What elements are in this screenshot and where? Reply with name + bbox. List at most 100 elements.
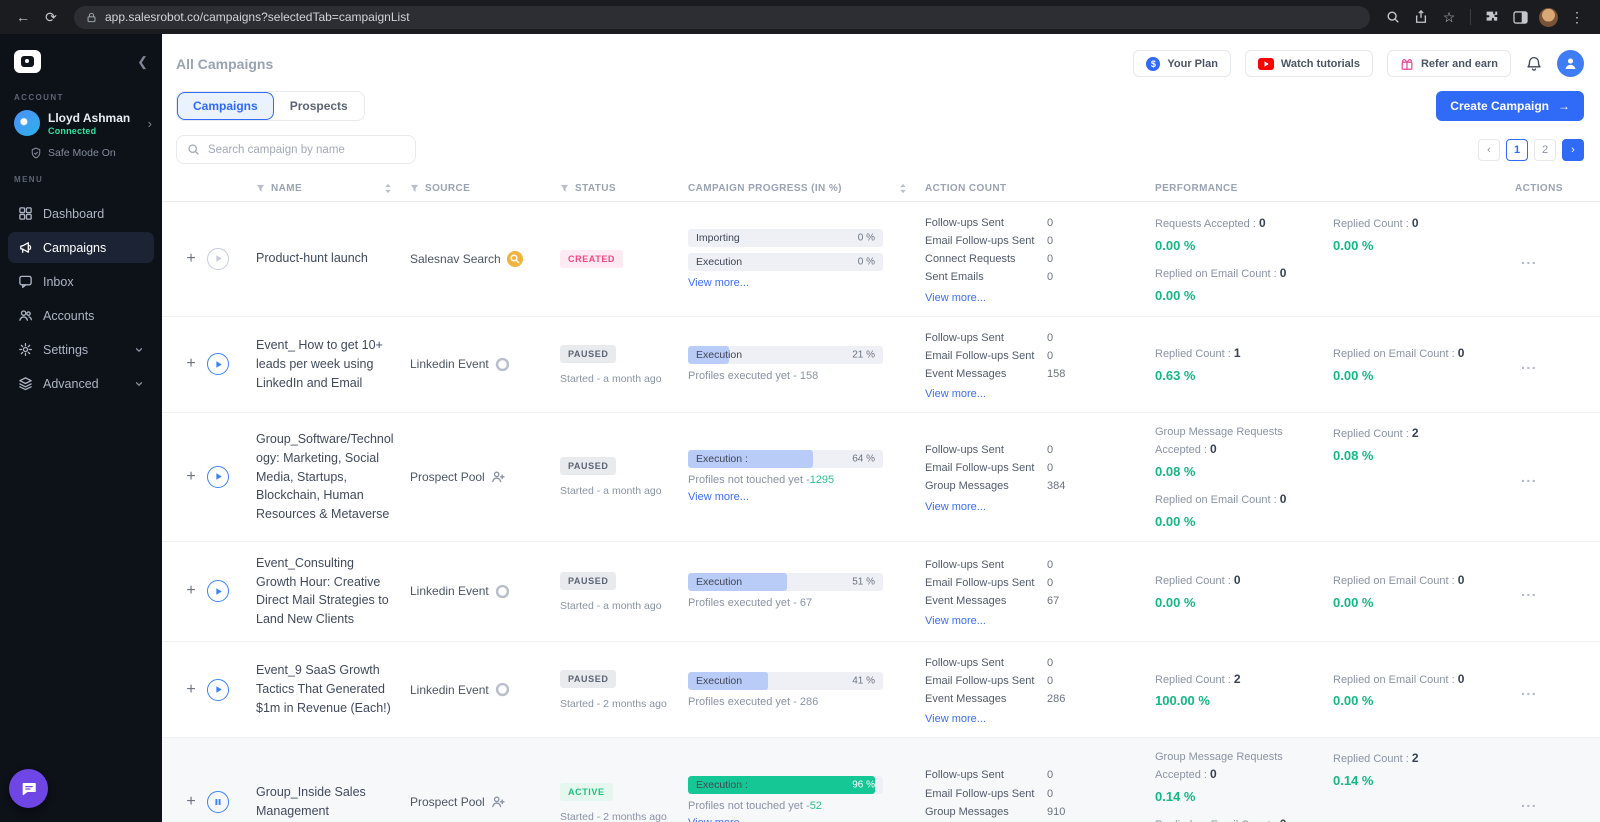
view-more-link[interactable]: View more... — [925, 501, 986, 513]
status-badge: ACTIVE — [560, 782, 613, 801]
sidebar-item-settings[interactable]: Settings — [8, 334, 154, 365]
notifications-bell-icon[interactable] — [1525, 55, 1543, 73]
progress-bar-label: Execution — [696, 255, 743, 268]
filter-icon[interactable] — [410, 184, 419, 193]
source-label: Linkedin Event — [410, 357, 489, 372]
chevron-right-icon[interactable]: › — [148, 116, 152, 131]
expand-row-button[interactable]: + — [184, 681, 198, 698]
browser-profile-avatar[interactable] — [1539, 7, 1558, 27]
chevron-down-icon — [134, 379, 144, 389]
row-actions-button[interactable]: ... — [1515, 467, 1543, 487]
campaign-progress-cell: Execution 41 % Profiles executed yet - 286 — [688, 671, 925, 708]
sort-icon[interactable] — [899, 183, 907, 194]
filter-icon[interactable] — [560, 184, 569, 193]
progress-note: Profiles not touched yet -52 — [688, 799, 822, 812]
expand-row-button[interactable]: + — [184, 250, 198, 267]
your-plan-button[interactable]: $ Your Plan — [1133, 50, 1231, 77]
expand-row-button[interactable]: + — [184, 468, 198, 485]
campaign-name[interactable]: Event_9 SaaS Growth Tactics That Generat… — [256, 661, 410, 717]
user-avatar[interactable] — [1557, 50, 1584, 77]
campaign-progress-cell: Execution : 64 % Profiles not touched yet … — [688, 450, 925, 503]
search-input[interactable] — [208, 143, 405, 156]
expand-row-button[interactable]: + — [184, 356, 198, 372]
row-actions-button[interactable]: ... — [1515, 354, 1543, 374]
row-actions-button[interactable]: ... — [1515, 581, 1543, 601]
browser-reload-button[interactable]: ⟳ — [38, 5, 64, 29]
play-campaign-button[interactable] — [207, 465, 229, 488]
page-title: All Campaigns — [176, 55, 274, 72]
source-label: Salesnav Search — [410, 251, 501, 266]
play-campaign-button[interactable] — [207, 247, 229, 270]
performance-metric: Requests Accepted : 0 0.00 % — [1155, 215, 1266, 253]
progress-bar: Importing 0 % — [688, 228, 883, 247]
sidebar-item-campaigns[interactable]: Campaigns — [8, 232, 154, 263]
address-bar[interactable]: app.salesrobot.co/campaigns?selectedTab=… — [74, 5, 1370, 29]
account-card[interactable]: Lloyd Ashman Connected › — [0, 108, 162, 138]
campaign-name[interactable]: Group_Inside Sales Management — [256, 783, 410, 821]
row-actions-button[interactable]: ... — [1515, 249, 1543, 269]
table-row: + Group_Inside Sales Management Prospect P… — [162, 738, 1600, 822]
campaign-name[interactable]: Event_ How to get 10+ leads per week usi… — [256, 336, 410, 392]
campaign-source: Salesnav Search — [410, 250, 560, 267]
create-campaign-button[interactable]: Create Campaign → — [1436, 91, 1584, 121]
refer-and-earn-button[interactable]: Refer and earn — [1386, 50, 1511, 77]
campaign-progress-cell: Execution : 96 % Profiles not touched yet … — [688, 775, 925, 822]
filter-icon[interactable] — [256, 184, 265, 193]
source-label: Linkedin Event — [410, 584, 489, 599]
play-campaign-button[interactable] — [207, 353, 229, 376]
performance-metric: Replied Count : 0 0.00 % — [1333, 215, 1419, 253]
performance-metric: Group Message Requests Accepted : 0 0.08 … — [1155, 425, 1283, 479]
sidebar-item-advanced[interactable]: Advanced — [8, 368, 154, 399]
prospect-pool-icon — [491, 470, 505, 484]
performance-metric: Replied on Email Count : 00.00 % — [1333, 346, 1465, 384]
expand-row-button[interactable]: + — [184, 794, 198, 810]
extensions-puzzle-icon[interactable] — [1479, 5, 1505, 29]
performance-metric: Replied on Email Count : 00.00 % — [1333, 573, 1465, 611]
view-more-link[interactable]: View more... — [688, 817, 749, 822]
campaign-status-cell: PAUSED Started - 2 months ago — [560, 669, 688, 710]
play-campaign-button[interactable] — [207, 678, 229, 701]
status-badge: PAUSED — [560, 670, 617, 688]
view-more-link[interactable]: View more... — [925, 388, 986, 400]
action-count-line: Group Messages 910 — [925, 805, 1066, 818]
chat-widget-button[interactable] — [9, 769, 48, 808]
view-more-link[interactable]: View more... — [925, 615, 986, 627]
sidebar-item-accounts[interactable]: Accounts — [8, 300, 154, 331]
pagination: ‹ 1 2 › — [1478, 138, 1584, 161]
browser-menu-icon[interactable]: ⋮ — [1564, 5, 1590, 29]
expand-row-button[interactable]: + — [184, 583, 198, 599]
row-actions-button[interactable]: ... — [1515, 792, 1543, 812]
pagination-prev-button[interactable]: ‹ — [1478, 138, 1500, 161]
browser-back-button[interactable]: ← — [10, 5, 36, 29]
view-more-link[interactable]: View more... — [925, 713, 986, 725]
action-count-line: Follow-ups Sent 0 — [925, 444, 1054, 457]
watch-tutorials-button[interactable]: Watch tutorials — [1244, 50, 1373, 77]
row-actions-button[interactable]: ... — [1515, 680, 1543, 700]
sort-icon[interactable] — [384, 183, 392, 194]
pagination-next-button[interactable]: › — [1562, 138, 1584, 161]
campaign-name[interactable]: Group_Software/Technology: Marketing, So… — [256, 430, 410, 524]
action-count-cell: Follow-ups Sent 0 Email Follow-ups Sent 0 Ev… — [925, 654, 1155, 725]
campaign-name[interactable]: Product-hunt launch — [256, 249, 410, 268]
bookmark-star-icon[interactable]: ☆ — [1436, 5, 1462, 29]
campaign-source: Linkedin Event — [410, 682, 560, 697]
sidebar-collapse-icon[interactable]: ❮ — [137, 54, 148, 70]
tab-campaigns[interactable]: Campaigns — [177, 92, 274, 120]
action-count-cell: Follow-ups Sent 0 Email Follow-ups Sent 0 Ev… — [925, 556, 1155, 627]
pagination-page-1[interactable]: 1 — [1506, 138, 1528, 161]
row-controls: + — [174, 678, 256, 701]
campaign-name[interactable]: Event_Consulting Growth Hour: Creative D… — [256, 554, 410, 629]
sidebar-item-inbox[interactable]: Inbox — [8, 266, 154, 297]
pagination-page-2[interactable]: 2 — [1534, 138, 1556, 161]
pause-campaign-button[interactable] — [207, 791, 229, 814]
zoom-icon[interactable] — [1380, 5, 1406, 29]
view-more-link[interactable]: View more... — [688, 491, 749, 503]
share-icon[interactable] — [1408, 5, 1434, 29]
side-panel-icon[interactable] — [1507, 5, 1533, 29]
view-more-link[interactable]: View more... — [688, 277, 749, 289]
view-more-link[interactable]: View more... — [925, 292, 986, 304]
browser-chrome: ← ⟳ app.salesrobot.co/campaigns?selected… — [0, 0, 1600, 34]
tab-prospects[interactable]: Prospects — [273, 92, 364, 120]
sidebar-item-dashboard[interactable]: Dashboard — [8, 198, 154, 229]
play-campaign-button[interactable] — [207, 580, 229, 603]
